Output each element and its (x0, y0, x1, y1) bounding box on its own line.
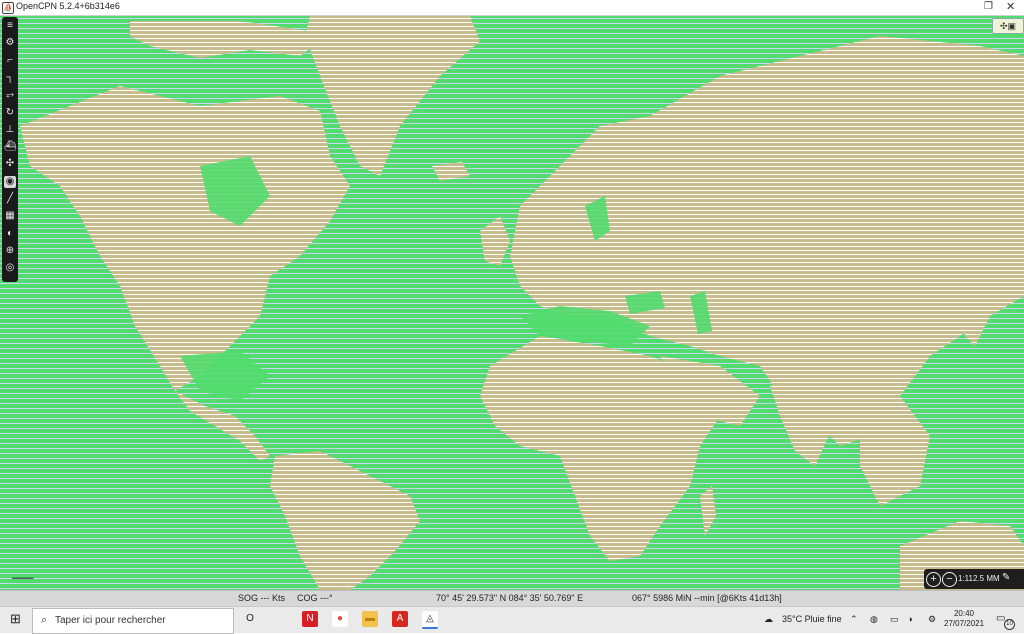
ais-icon[interactable]: ⥅ (4, 89, 16, 101)
scale-label: 1:112.5 MM (958, 574, 1000, 583)
menu-icon[interactable]: ≡ (4, 20, 16, 32)
close-button[interactable]: ✕ (1006, 0, 1015, 13)
taskbar-search[interactable]: ⌕ Taper ici pour rechercher (32, 608, 234, 634)
acrobat-icon[interactable]: A (392, 611, 408, 627)
weather-text[interactable]: 35°C Pluie fine (782, 614, 842, 624)
clock-time: 20:40 (953, 609, 975, 618)
opencpn-icon[interactable]: ◬ (422, 611, 438, 629)
battery-icon[interactable]: ▭ (890, 614, 899, 625)
southeast-asia-land (860, 396, 930, 506)
settings-icon[interactable]: ⚙ (4, 37, 16, 49)
status-bar: SOG --- Kts COG ---° 70° 45' 29.573" N 0… (0, 590, 1024, 606)
file-explorer-icon[interactable]: ▬ (362, 611, 378, 627)
current-icon[interactable]: ⊥ (4, 124, 16, 136)
gulf-of-mexico-water (180, 351, 270, 401)
ruler-icon[interactable]: ╱ (4, 193, 16, 205)
netflix-icon[interactable]: N (302, 611, 318, 627)
track-icon[interactable]: ┐ (4, 72, 16, 84)
arctic-islands-land (130, 21, 330, 58)
zoom-in-button[interactable]: + (926, 572, 941, 587)
south-america-land (270, 451, 420, 590)
window-title: OpenCPN 5.2.4+6b314e6 (16, 1, 120, 11)
land-masses (20, 16, 1024, 590)
chart-toolbar: ≡ ⚙ ⌐ ┐ ⥅ ↻ ⊥ ⛴ ✣ ◉ ╱ ▦ ◐ ⊕ ◎ (2, 17, 18, 282)
tray-chevron-icon[interactable]: ⌃ (850, 614, 858, 625)
world-map (20, 16, 1024, 590)
weather-icon: ☁ (764, 614, 773, 624)
windows-taskbar: ⊞ ⌕ Taper ici pour rechercher O N ● ▬ A ◬ ☁ 3… (0, 606, 1024, 634)
notification-count-badge: 10 (1004, 619, 1015, 630)
zoom-panel: + − 1:112.5 MM ✎ (924, 569, 1024, 589)
chrome-icon[interactable]: ● (332, 611, 348, 627)
windows-start-icon[interactable]: ⊞ (10, 612, 24, 626)
cog-readout: COG ---° (297, 593, 333, 603)
task-view-icon[interactable]: O (242, 611, 258, 627)
compass-rose-icon[interactable]: ✣ (4, 158, 16, 170)
cursor-info-readout: 067° 5986 MiN --min [@6Kts 41d13h] (632, 593, 782, 603)
gps-icon[interactable]: ▦ (4, 210, 16, 222)
network-icon[interactable]: ◍ (870, 614, 878, 625)
search-placeholder: Taper ici pour rechercher (55, 615, 166, 626)
iceland-land (432, 162, 470, 181)
route-icon[interactable]: ⌐ (4, 55, 16, 67)
scale-bar: ▁▁▁▁ (12, 572, 34, 579)
tag-icon[interactable]: ✎ (1002, 572, 1014, 584)
notifications-icon[interactable]: ▭ 10 (996, 613, 1015, 630)
system-clock[interactable]: 20:40 27/07/2021 (944, 609, 984, 629)
language-icon[interactable]: ⚙ (928, 614, 936, 625)
greenland-land (305, 16, 480, 176)
follow-icon[interactable]: ◉ (4, 175, 16, 188)
search-icon: ⌕ (41, 614, 48, 626)
ship-icon[interactable]: ⛴ (4, 141, 17, 153)
opencpn-app-icon: ⛵ (2, 2, 14, 14)
sog-readout: SOG --- Kts (238, 593, 285, 603)
zoom-out-button[interactable]: − (942, 572, 957, 587)
compass-gps-indicator[interactable]: ✣▣ (992, 18, 1024, 34)
north-america-land (20, 86, 350, 391)
chart-canvas[interactable] (0, 16, 1024, 590)
tide-icon[interactable]: ↻ (4, 107, 16, 119)
globe-icon[interactable]: ◐ (4, 228, 16, 240)
clock-date: 27/07/2021 (944, 619, 985, 628)
lifebuoy-icon[interactable]: ◎ (4, 262, 16, 274)
central-america-land (175, 391, 270, 461)
volume-icon[interactable]: ◗ (908, 614, 913, 624)
madagascar-land (700, 486, 716, 536)
restore-button[interactable]: ❐ (984, 1, 993, 12)
uk-land (480, 216, 510, 266)
title-bar: ⛵ OpenCPN 5.2.4+6b314e6 ❐ ✕ (0, 0, 1024, 16)
position-readout: 70° 45' 29.573" N 084° 35' 50.769" E (436, 593, 584, 603)
mob-icon[interactable]: ⊕ (4, 245, 16, 257)
